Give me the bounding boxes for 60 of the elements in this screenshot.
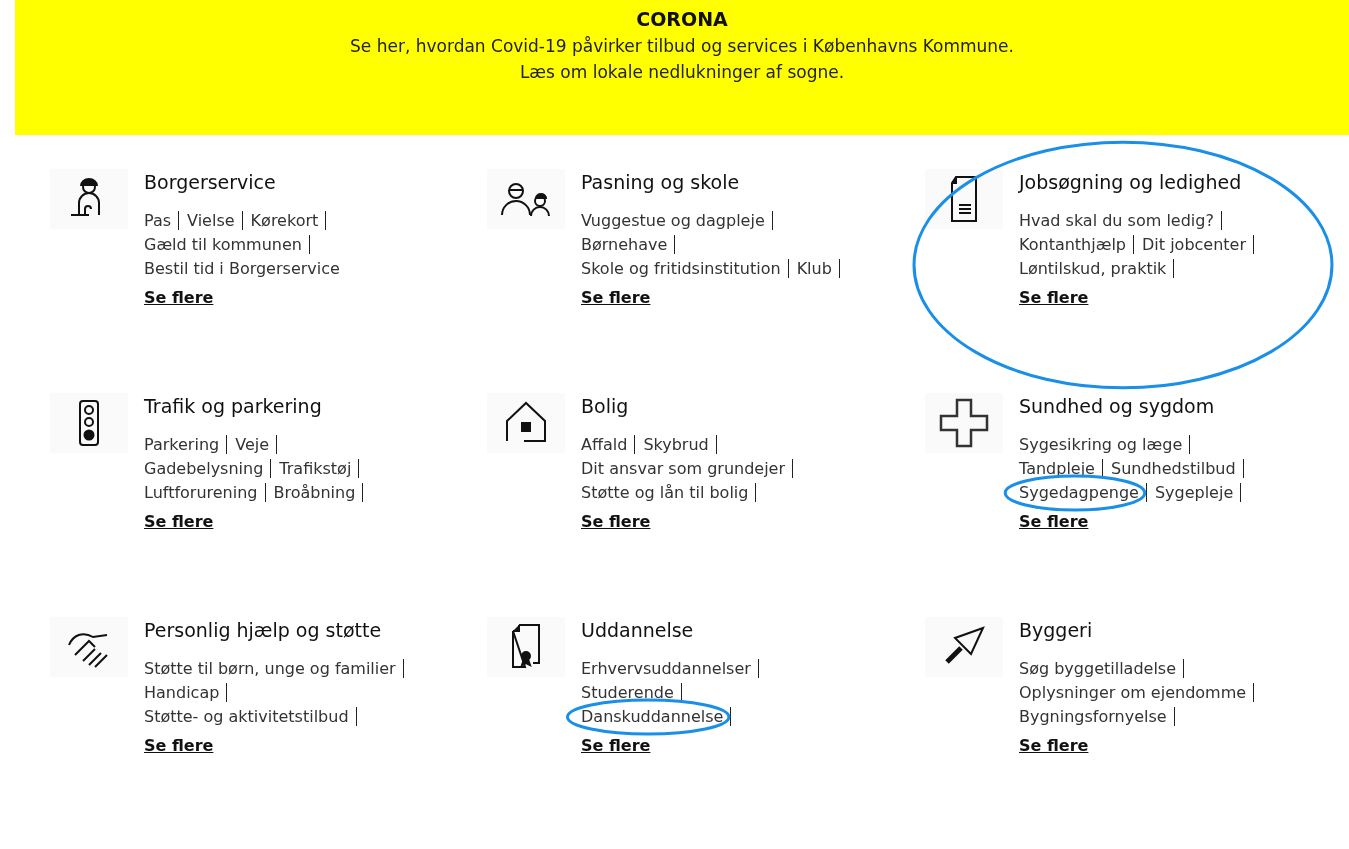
topic-link[interactable]: Kørekort xyxy=(250,211,327,230)
topic-link[interactable]: Affald xyxy=(581,435,636,454)
category-title: Sundhed og sygdom xyxy=(1019,395,1215,417)
topic-link[interactable]: Erhvervsuddannelser xyxy=(581,659,759,678)
topic-link[interactable]: Støtte og lån til bolig xyxy=(581,483,757,502)
banner-link[interactable]: Læs om lokale nedlukninger af sogne. xyxy=(519,62,845,82)
see-more-link[interactable]: Se flere xyxy=(144,736,214,755)
document-icon xyxy=(948,175,980,223)
see-more-link[interactable]: Se flere xyxy=(1019,512,1089,531)
topic-link[interactable]: Sygepleje xyxy=(1154,483,1242,502)
category-title: Uddannelse xyxy=(581,619,694,641)
topic-link[interactable]: Broåbning xyxy=(273,483,364,502)
topic-link[interactable]: Pas xyxy=(144,211,180,230)
topic-link[interactable]: Bestil tid i Borgerservice xyxy=(144,259,340,278)
topic-link[interactable]: Veje xyxy=(235,435,277,454)
cross-icon xyxy=(939,398,989,448)
topic-link[interactable]: Skybrud xyxy=(643,435,717,454)
topic-link[interactable]: Sygesikring og læge xyxy=(1019,435,1191,454)
see-more-link[interactable]: Se flere xyxy=(581,288,651,307)
topic-link[interactable]: Vuggestue og dagpleje xyxy=(581,211,773,230)
topic-link[interactable]: Støtte til børn, unge og familier xyxy=(144,659,404,678)
topic-link[interactable]: Luftforurening xyxy=(144,483,266,502)
see-more-link[interactable]: Se flere xyxy=(1019,736,1089,755)
topic-link[interactable]: Hvad skal du som ledig? xyxy=(1019,211,1222,230)
category-title: Bolig xyxy=(581,395,629,417)
topic-link[interactable]: Støtte- og aktivitetstilbud xyxy=(144,707,357,726)
banner-title: CORONA xyxy=(636,8,728,30)
topic-link[interactable]: Bygningsfornyelse xyxy=(1019,707,1175,726)
topic-link[interactable]: Tandpleje xyxy=(1019,459,1103,478)
topic-link[interactable]: Børnehave xyxy=(581,235,676,254)
topic-link[interactable]: Sundhedstilbud xyxy=(1110,459,1244,478)
topic-link[interactable]: Skole og fritidsinstitution xyxy=(581,259,789,278)
topic-link[interactable]: Parkering xyxy=(144,435,228,454)
topic-link[interactable]: Gadebelysning xyxy=(144,459,272,478)
category-title: Borgerservice xyxy=(144,171,276,193)
certificate-document-icon xyxy=(509,623,543,671)
category-title: Pasning og skole xyxy=(581,171,740,193)
see-more-link[interactable]: Se flere xyxy=(144,512,214,531)
see-more-link[interactable]: Se flere xyxy=(581,512,651,531)
traffic-light-icon xyxy=(77,399,101,447)
topic-link[interactable]: Søg byggetilladelse xyxy=(1019,659,1184,678)
see-more-link[interactable]: Se flere xyxy=(144,288,214,307)
category-title: Jobsøgning og ledighed xyxy=(1019,171,1242,193)
topic-link[interactable]: Handicap xyxy=(144,683,228,702)
topic-link[interactable]: Trafikstøj xyxy=(279,459,360,478)
topic-link[interactable]: Gæld til kommunen xyxy=(144,235,310,254)
topic-link[interactable]: Dit jobcenter xyxy=(1142,235,1254,254)
topic-link[interactable]: Vielse xyxy=(187,211,243,230)
category-title: Personlig hjælp og støtte xyxy=(144,619,382,641)
banner-link[interactable]: Se her, hvordan Covid-19 påvirker tilbud og services i Københavns Kommune. xyxy=(350,36,1014,56)
topic-link[interactable]: Dit ansvar som grundejer xyxy=(581,459,794,478)
see-more-link[interactable]: Se flere xyxy=(581,736,651,755)
see-more-link[interactable]: Se flere xyxy=(1019,288,1089,307)
topic-link[interactable]: Oplysninger om ejendomme xyxy=(1019,683,1255,702)
category-title: Byggeri xyxy=(1019,619,1093,641)
topic-link[interactable]: Studerende xyxy=(581,683,682,702)
topic-link[interactable]: Løntilskud, praktik xyxy=(1019,259,1175,278)
topic-link[interactable]: Klub xyxy=(796,259,840,278)
category-title: Trafik og parkering xyxy=(144,395,322,417)
topic-link[interactable]: Kontanthjælp xyxy=(1019,235,1134,254)
